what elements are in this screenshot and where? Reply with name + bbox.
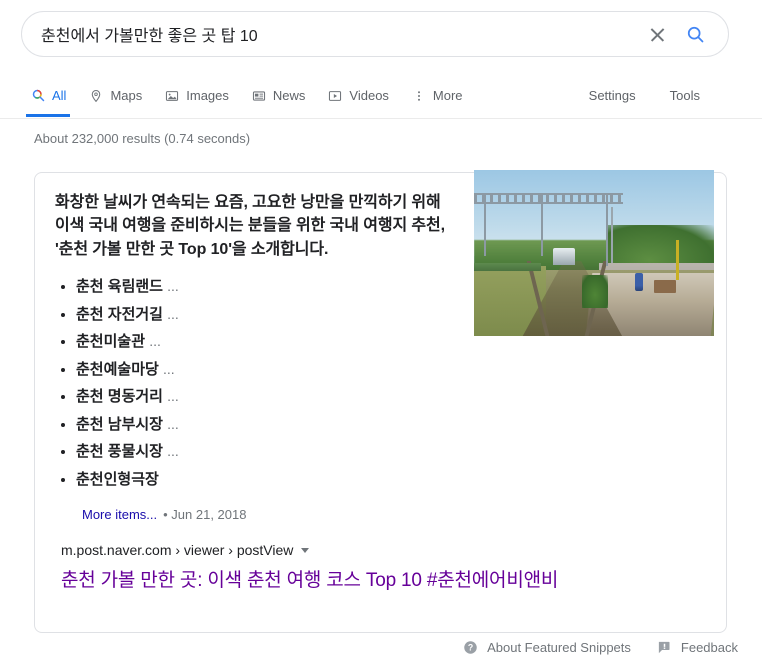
feedback-flag-icon	[657, 640, 672, 655]
about-featured-snippets-label: About Featured Snippets	[487, 640, 631, 655]
tab-images-label: Images	[186, 88, 229, 103]
video-play-icon	[327, 88, 343, 104]
list-item: 춘천 남부시장 ...	[55, 415, 455, 435]
close-x-icon	[649, 26, 666, 43]
list-item-ellipsis: ...	[167, 278, 179, 295]
list-item-label: 춘천예술마당	[76, 360, 159, 378]
svg-text:?: ?	[468, 643, 473, 653]
list-item-label: 춘천 명동거리	[76, 388, 163, 406]
search-bar-container	[21, 11, 729, 57]
list-item-label: 춘천 남부시장	[76, 415, 163, 433]
result-title-link[interactable]: 춘천 가볼 만한 곳: 이색 춘천 여행 코스 Top 10 #춘천에어비앤비	[61, 569, 706, 594]
question-circle-icon: ?	[463, 640, 478, 655]
list-item: 춘천미술관 ...	[55, 332, 455, 352]
more-items-row: More items... • Jun 21, 2018	[82, 507, 706, 522]
feedback-link[interactable]: Feedback	[657, 640, 738, 655]
list-item-ellipsis: ...	[167, 415, 179, 432]
tab-more-label: More	[432, 88, 463, 103]
tab-maps[interactable]: Maps	[88, 74, 142, 117]
tab-images[interactable]: Images	[164, 74, 229, 117]
list-item-ellipsis: ...	[162, 360, 175, 377]
tools-link[interactable]: Tools	[670, 88, 700, 103]
result-stats: About 232,000 results (0.74 seconds)	[34, 131, 251, 146]
list-item-ellipsis: ...	[167, 443, 179, 460]
list-item: 춘천예술마당 ...	[55, 360, 455, 380]
list-item-ellipsis: ...	[167, 388, 179, 405]
clear-search-button[interactable]	[638, 15, 676, 53]
snippet-footer: ? About Featured Snippets Feedback	[0, 640, 762, 655]
list-item: 춘천 풍물시장 ...	[55, 442, 455, 462]
search-input[interactable]	[41, 25, 638, 43]
magnifier-icon	[30, 88, 46, 104]
source-breadcrumb-row: m.post.naver.com › viewer › postView	[61, 542, 706, 558]
list-item-label: 춘천인형극장	[76, 470, 159, 488]
about-featured-snippets-link[interactable]: ? About Featured Snippets	[463, 640, 631, 655]
snippet-thumbnail[interactable]	[474, 170, 714, 336]
list-item-label: 춘천 풍물시장	[76, 443, 163, 461]
kebab-menu-icon	[411, 88, 427, 104]
more-items-link[interactable]: More items...	[82, 507, 157, 522]
tab-news-label: News	[272, 88, 306, 103]
tab-videos[interactable]: Videos	[327, 74, 389, 117]
tab-more[interactable]: More	[411, 74, 463, 117]
railway-track-photo	[474, 170, 714, 336]
list-item: 춘천 육림랜드 ...	[55, 277, 455, 297]
search-bar[interactable]	[21, 11, 729, 57]
tab-maps-label: Maps	[110, 88, 143, 103]
search-nav-bar: All Maps Images News Videos More Setting…	[0, 74, 762, 119]
list-item-label: 춘천미술관	[76, 333, 146, 351]
snippet-date: • Jun 21, 2018	[163, 507, 247, 523]
snippet-item-list: 춘천 육림랜드 ... 춘천 자전거길 ... 춘천미술관 ... 춘천예술마당…	[55, 277, 455, 489]
settings-link[interactable]: Settings	[589, 88, 636, 103]
breadcrumb[interactable]: m.post.naver.com › viewer › postView	[61, 542, 293, 558]
image-icon	[164, 88, 180, 104]
feedback-label: Feedback	[680, 640, 738, 655]
tab-all-label: All	[52, 88, 67, 103]
tab-all[interactable]: All	[25, 74, 71, 117]
snippet-paragraph: 화창한 날씨가 연속되는 요즘, 고요한 낭만을 만끽하기 위해 이색 국내 여…	[55, 194, 445, 258]
list-item: 춘천 명동거리 ...	[55, 387, 455, 407]
nav-right-links: Settings Tools	[555, 74, 700, 117]
list-item-label: 춘천 육림랜드	[76, 278, 163, 296]
search-submit-button[interactable]	[676, 15, 714, 53]
magnifier-icon	[687, 26, 703, 42]
chevron-down-icon[interactable]	[301, 547, 310, 553]
featured-snippet-card: 화창한 날씨가 연속되는 요즘, 고요한 낭만을 만끽하기 위해 이색 국내 여…	[34, 170, 727, 633]
list-item: 춘천 자전거길 ...	[55, 305, 455, 325]
tab-news[interactable]: News	[251, 74, 306, 117]
list-item: 춘천인형극장	[55, 470, 455, 490]
nav-tabs: All Maps Images News Videos More	[25, 74, 485, 117]
map-pin-icon	[88, 88, 104, 104]
list-item-ellipsis: ...	[167, 305, 179, 322]
list-item-ellipsis: ...	[149, 333, 161, 350]
list-item-label: 춘천 자전거길	[76, 305, 163, 323]
tab-videos-label: Videos	[349, 88, 389, 103]
newspaper-icon	[251, 88, 267, 104]
